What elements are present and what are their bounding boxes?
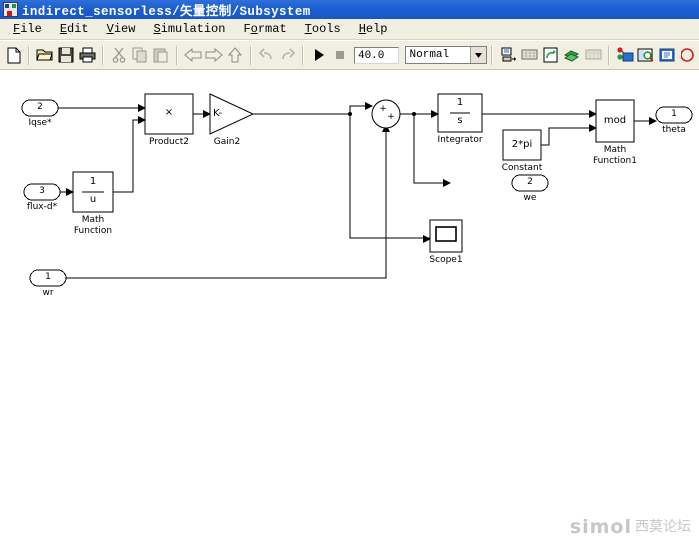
integrator-denominator: s [457, 115, 463, 126]
outport-theta-number: 1 [671, 109, 677, 119]
toolbar: 40.0 Normal [0, 41, 699, 70]
undo-button[interactable] [257, 45, 276, 66]
window-title: indirect_sensorless/矢量控制/Subsystem [22, 5, 311, 19]
menu-bar: File Edit View Simulation Format Tools H… [0, 19, 699, 40]
gain2-label: Gain2 [213, 137, 241, 147]
simulation-mode-value: Normal [409, 49, 450, 61]
menu-simulation[interactable]: Simulation [144, 21, 234, 37]
math-function-denominator: u [89, 194, 97, 205]
menu-format[interactable]: Format [234, 21, 295, 37]
outport-we-number: 2 [527, 177, 533, 187]
math-function-numerator: 1 [89, 176, 97, 187]
model-browser-button[interactable] [615, 45, 634, 66]
integrator-numerator: 1 [456, 97, 464, 108]
copy-button[interactable] [130, 45, 149, 66]
inport-wr-number: 1 [45, 272, 51, 282]
inport-fluxd-label: flux-d* [26, 202, 58, 212]
menu-file[interactable]: File [4, 21, 51, 37]
outport-theta-label: theta [662, 125, 686, 135]
title-bar: indirect_sensorless/矢量控制/Subsystem [0, 0, 699, 19]
model-properties-button[interactable] [657, 45, 676, 66]
up-level-button[interactable] [226, 45, 245, 66]
model-explorer-button[interactable] [636, 45, 655, 66]
scope-manager-button[interactable] [520, 45, 539, 66]
sum-sign-bottom: + [387, 112, 395, 122]
simulink-icon [3, 2, 18, 17]
menu-tools[interactable]: Tools [296, 21, 350, 37]
open-model-button[interactable] [35, 45, 54, 66]
save-model-button[interactable] [57, 45, 76, 66]
stop-simulation-button[interactable] [331, 45, 350, 66]
back-button[interactable] [183, 45, 202, 66]
redo-button[interactable] [278, 45, 297, 66]
menu-view[interactable]: View [98, 21, 145, 37]
model-canvas[interactable]: 2 Iqse* 3 flux-d* 1 wr 1 u Math Function… [0, 70, 699, 545]
chevron-down-icon[interactable] [470, 47, 487, 63]
new-model-button[interactable] [4, 45, 23, 66]
constant-label: Constant [501, 163, 543, 173]
watermark-chinese: 西莫论坛 [635, 519, 691, 535]
inport-wr-label: wr [42, 288, 54, 298]
math-function1-label-line1: Math [603, 145, 627, 155]
paste-button[interactable] [152, 45, 171, 66]
simulation-time-input[interactable]: 40.0 [353, 46, 399, 64]
scope1-label: Scope1 [429, 255, 463, 265]
constant-value: 2*pi [511, 139, 533, 150]
math-function-label-line1: Math [81, 215, 105, 225]
gain2-symbol: K- [213, 108, 223, 119]
library-browser-button[interactable] [498, 45, 517, 66]
product2-label: Product2 [149, 137, 189, 147]
math-function1-label-line2: Function1 [592, 156, 637, 166]
debugger-button[interactable] [584, 45, 603, 66]
start-simulation-button[interactable] [309, 45, 328, 66]
inport-fluxd-number: 3 [39, 186, 45, 196]
outport-we-label: we [523, 193, 537, 203]
math-function1-value: mod [603, 115, 627, 126]
integrator-label: Integrator [437, 135, 483, 145]
print-model-button[interactable] [78, 45, 97, 66]
inport-iqse-number: 2 [37, 102, 43, 112]
watermark-latin: simol [569, 516, 632, 538]
update-diagram-button[interactable] [541, 45, 560, 66]
simulation-mode-select[interactable]: Normal [404, 46, 488, 64]
build-model-button[interactable] [562, 45, 581, 66]
math-function-label-line2: Function [73, 226, 113, 236]
product2-symbol: × [164, 107, 174, 118]
inport-iqse-label: Iqse* [28, 118, 52, 128]
scope1-screen [435, 226, 457, 242]
help-button[interactable] [679, 45, 698, 66]
cut-button[interactable] [109, 45, 128, 66]
forward-button[interactable] [204, 45, 223, 66]
watermark: simol 西莫论坛 [570, 517, 691, 537]
simulink-window: indirect_sensorless/矢量控制/Subsystem File … [0, 0, 699, 545]
menu-help[interactable]: Help [350, 21, 397, 37]
menu-edit[interactable]: Edit [51, 21, 98, 37]
diagram-graphics [21, 93, 693, 287]
